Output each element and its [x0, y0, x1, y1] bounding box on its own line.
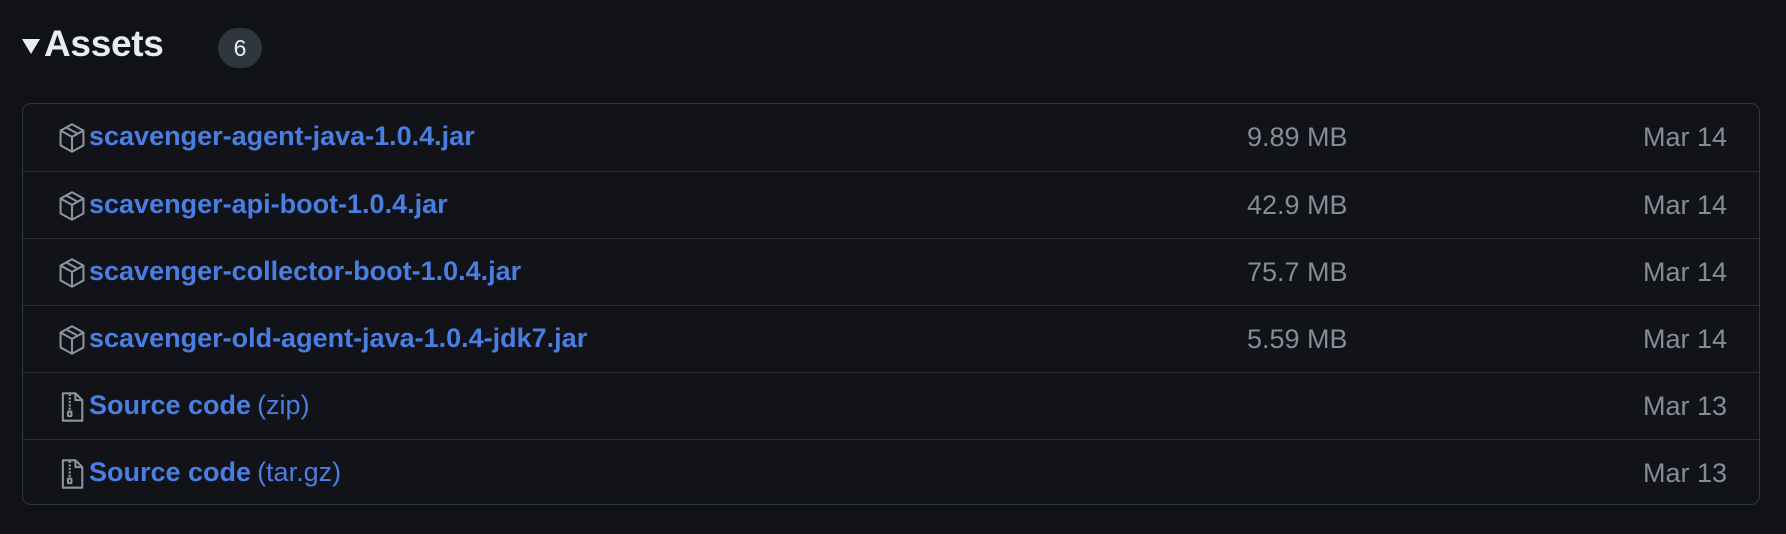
package-icon — [58, 324, 86, 356]
asset-size: 5.59 MB — [1247, 324, 1348, 354]
asset-link[interactable]: scavenger-agent-java-1.0.4.jar — [89, 121, 475, 152]
asset-date: Mar 14 — [1642, 190, 1727, 220]
assets-count-badge: 6 — [218, 28, 262, 68]
asset-date: Mar 14 — [1642, 122, 1727, 152]
asset-date: Mar 13 — [1642, 458, 1727, 488]
asset-format: (tar.gz) — [257, 457, 342, 487]
asset-row: scavenger-old-agent-java-1.0.4-jdk7.jar … — [23, 305, 1759, 372]
asset-row: Source code (tar.gz) Mar 13 — [23, 439, 1759, 504]
asset-link[interactable]: Source code (zip) — [89, 390, 310, 421]
asset-date: Mar 14 — [1642, 257, 1727, 287]
asset-date: Mar 14 — [1642, 324, 1727, 354]
asset-size: 9.89 MB — [1247, 122, 1348, 152]
package-icon — [58, 257, 86, 289]
file-zip-icon — [58, 458, 86, 490]
asset-link[interactable]: scavenger-collector-boot-1.0.4.jar — [89, 256, 521, 287]
package-icon — [58, 122, 86, 154]
asset-list: scavenger-agent-java-1.0.4.jar 9.89 MB M… — [22, 103, 1760, 505]
asset-link[interactable]: scavenger-old-agent-java-1.0.4-jdk7.jar — [89, 323, 587, 354]
asset-row: Source code (zip) Mar 13 — [23, 372, 1759, 439]
asset-row: scavenger-collector-boot-1.0.4.jar 75.7 … — [23, 238, 1759, 305]
assets-heading: Assets — [44, 23, 164, 64]
asset-link[interactable]: scavenger-api-boot-1.0.4.jar — [89, 189, 448, 220]
asset-date: Mar 13 — [1642, 391, 1727, 421]
asset-row: scavenger-api-boot-1.0.4.jar 42.9 MB Mar… — [23, 171, 1759, 238]
assets-toggle[interactable]: Assets — [22, 18, 164, 70]
asset-format: (zip) — [257, 390, 310, 420]
file-zip-icon — [58, 391, 86, 423]
asset-size: 42.9 MB — [1247, 190, 1348, 220]
triangle-down-icon[interactable] — [22, 38, 40, 54]
asset-row: scavenger-agent-java-1.0.4.jar 9.89 MB M… — [23, 104, 1759, 171]
assets-section: Assets 6 scavenger-agent-java-1.0.4.jar … — [0, 0, 1786, 534]
asset-link[interactable]: Source code (tar.gz) — [89, 457, 341, 488]
package-icon — [58, 190, 86, 222]
asset-size: 75.7 MB — [1247, 257, 1348, 287]
